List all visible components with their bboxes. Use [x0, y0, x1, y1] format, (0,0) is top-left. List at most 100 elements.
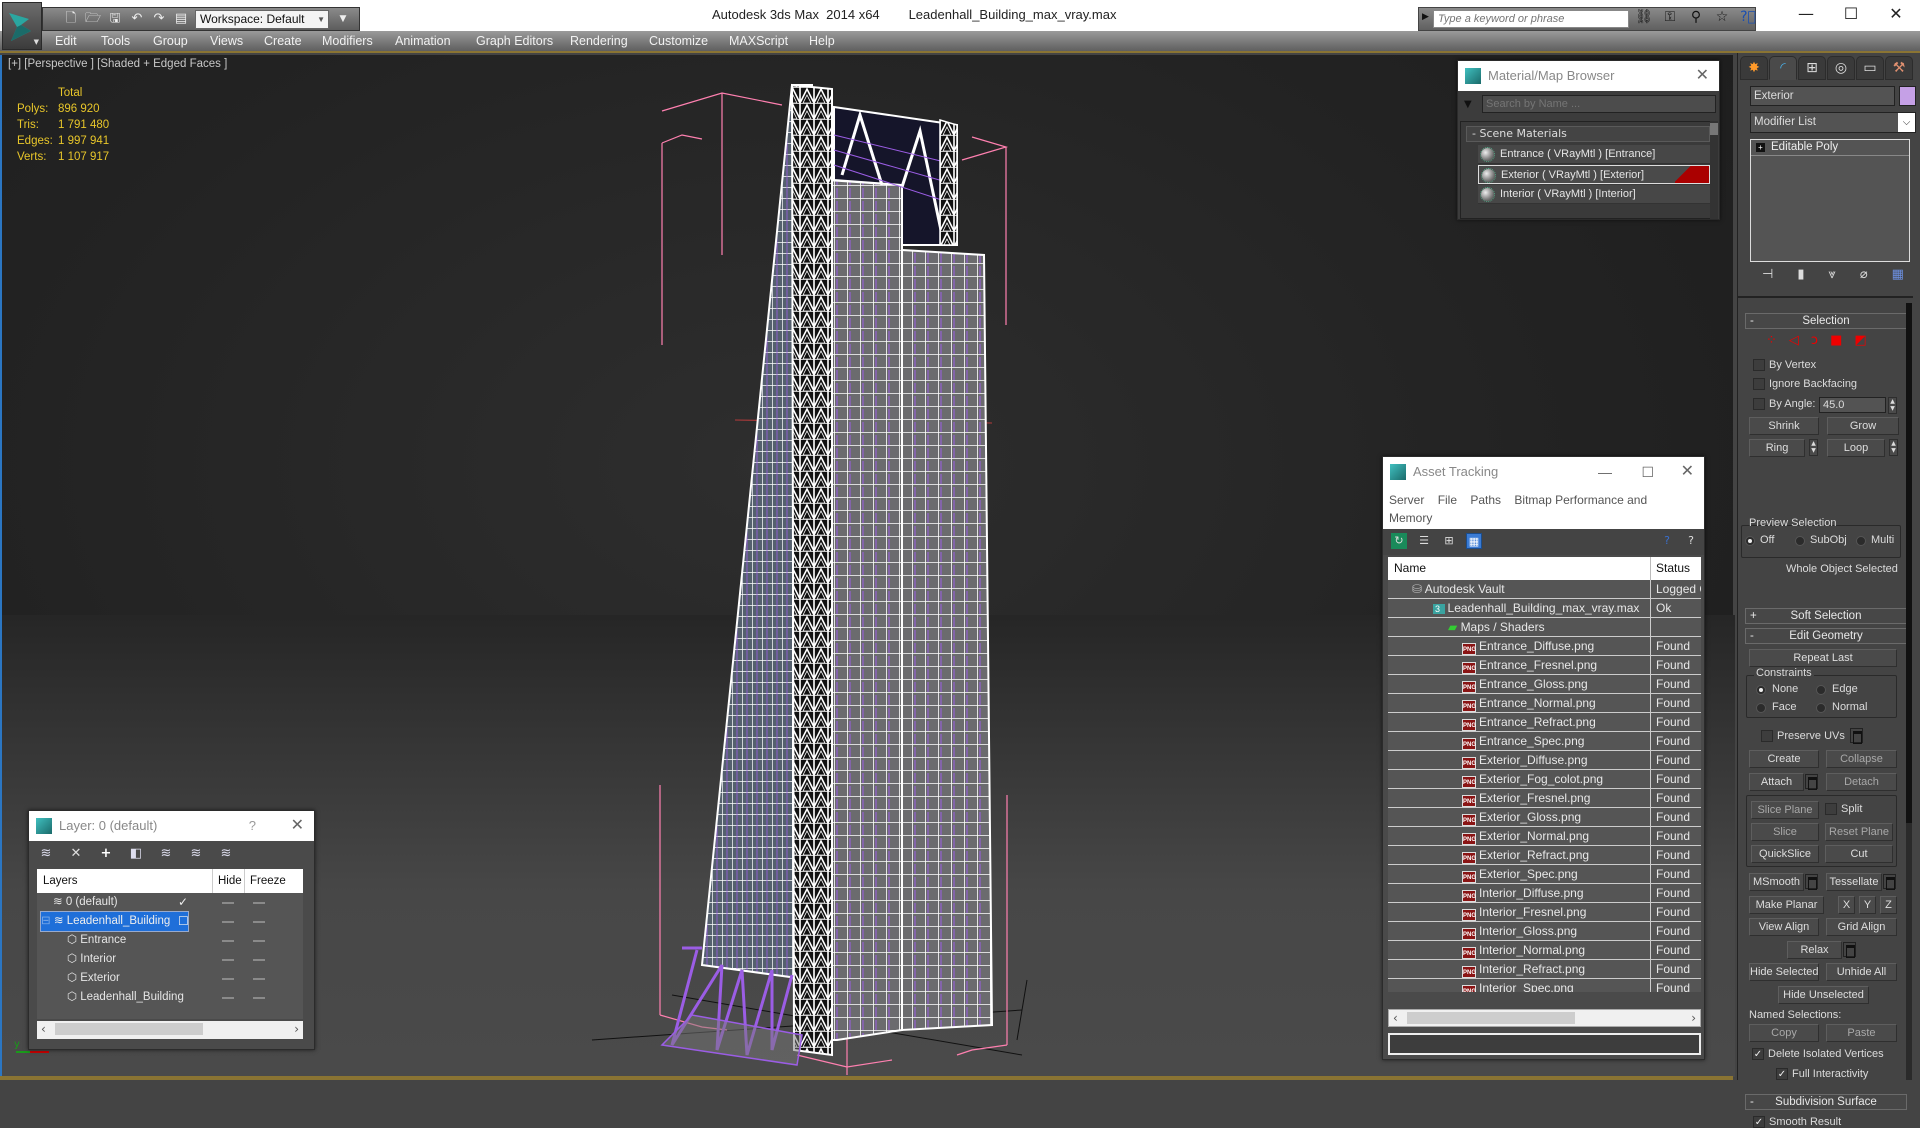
constraint-none-radio[interactable] [1756, 685, 1766, 695]
asset-row[interactable]: PNG Entrance_Refract.png Found [1388, 713, 1701, 732]
asset-row[interactable]: 3 Leadenhall_Building_max_vray.max Ok [1388, 599, 1701, 618]
preview-off-radio[interactable] [1745, 536, 1755, 546]
freeze-toggle[interactable] [253, 921, 265, 923]
menu-file[interactable]: File [1438, 493, 1457, 507]
column-name[interactable]: Name [1394, 557, 1426, 580]
object-color-swatch[interactable] [1899, 86, 1916, 106]
smooth-result-checkbox[interactable]: ✓ [1753, 1116, 1765, 1128]
star-icon[interactable]: ☆ [1713, 9, 1731, 25]
maximize-button[interactable]: ☐ [1836, 4, 1866, 23]
column-freeze[interactable]: Freeze [244, 869, 286, 893]
edge-icon[interactable]: ◁ [1789, 333, 1799, 348]
help-query-alt-icon[interactable]: ? [1683, 533, 1699, 549]
asset-row[interactable]: PNG Entrance_Spec.png Found [1388, 732, 1701, 751]
asset-row[interactable]: PNG Exterior_Gloss.png Found [1388, 808, 1701, 827]
angle-field[interactable] [1819, 397, 1886, 413]
asset-row[interactable]: PNG Interior_Gloss.png Found [1388, 922, 1701, 941]
planar-z-button[interactable]: Z [1880, 896, 1897, 914]
make-unique-icon[interactable]: ⩔ [1828, 267, 1835, 287]
tab-hierarchy[interactable]: ⊞ [1798, 56, 1826, 80]
scroll-right-icon[interactable]: › [1691, 1010, 1696, 1026]
hide-selected-button[interactable]: Hide Selected [1749, 963, 1819, 981]
constraint-normal-radio[interactable] [1816, 703, 1826, 713]
relax-button[interactable]: Relax [1787, 941, 1842, 959]
minimize-button[interactable]: — [1791, 4, 1821, 23]
freeze-toggle[interactable] [253, 959, 265, 961]
rollout-subdivision-header[interactable]: - Subdivision Surface [1745, 1094, 1907, 1110]
freeze-toggle[interactable] [253, 978, 265, 980]
ignore-backfacing-checkbox[interactable] [1753, 378, 1765, 390]
material-item-interior[interactable]: Interior ( VRayMtl ) [Interior] [1478, 185, 1710, 204]
menu-customize[interactable]: Customize [649, 34, 708, 48]
material-list-scrollbar[interactable] [1710, 121, 1718, 219]
scroll-thumb[interactable] [55, 1023, 203, 1035]
asset-row[interactable]: PNG Exterior_Spec.png Found [1388, 865, 1701, 884]
layer-object-row[interactable]: ⬡ Interior [37, 950, 303, 969]
asset-tracking-titlebar[interactable]: Asset Tracking — ☐ ✕ [1383, 457, 1704, 487]
menu-maxscript[interactable]: MAXScript [729, 34, 788, 48]
menu-modifiers[interactable]: Modifiers [322, 34, 373, 48]
view-align-button[interactable]: View Align [1749, 918, 1819, 936]
asset-row[interactable]: ▰ Maps / Shaders [1388, 618, 1701, 637]
loop-button[interactable]: Loop [1827, 439, 1885, 457]
tab-utilities[interactable]: ⚒ [1885, 56, 1913, 80]
set-current-layer-box[interactable]: ☐ [178, 912, 189, 931]
asset-row[interactable]: PNG Interior_Spec.png Found [1388, 979, 1701, 992]
constraint-edge-radio[interactable] [1816, 685, 1826, 695]
app-menu-button[interactable]: ▼ [2, 2, 42, 50]
cut-button[interactable]: Cut [1825, 845, 1893, 863]
close-button[interactable]: ✕ [1881, 4, 1911, 23]
planar-x-button[interactable]: X [1838, 896, 1855, 914]
menu-edit[interactable]: Edit [55, 34, 77, 48]
layer-object-row[interactable]: ⬡ Exterior [37, 969, 303, 988]
configure-modifier-sets-icon[interactable]: ▦ [1892, 267, 1904, 287]
collapse-button[interactable]: Collapse [1826, 750, 1897, 768]
refresh-icon[interactable]: ↻ [1391, 533, 1407, 549]
undo-icon[interactable]: ↶ [129, 11, 145, 27]
ring-spinner[interactable]: ▲ ▼ [1809, 439, 1818, 456]
asset-row[interactable]: ⛁ Autodesk Vault Logged C [1388, 580, 1701, 599]
expand-icon[interactable]: ▶ [1422, 12, 1429, 22]
rollout-soft-selection-header[interactable]: + Soft Selection [1745, 608, 1907, 624]
by-angle-checkbox[interactable] [1753, 398, 1765, 410]
options-menu-icon[interactable]: ▼ [1464, 99, 1472, 110]
full-interactivity-checkbox[interactable]: ✓ [1776, 1068, 1788, 1080]
freeze-toggle[interactable] [253, 940, 265, 942]
layer-object-row[interactable]: ⬡ Leadenhall_Building [37, 988, 303, 1007]
tab-motion[interactable]: ◎ [1827, 56, 1855, 80]
column-hide[interactable]: Hide [212, 869, 242, 893]
menu-tools[interactable]: Tools [101, 34, 130, 48]
split-checkbox[interactable] [1825, 803, 1837, 815]
menu-help[interactable]: Help [809, 34, 835, 48]
shrink-button[interactable]: Shrink [1749, 417, 1819, 435]
layer-row[interactable]: ≋ 0 (default) ✓ [37, 893, 303, 912]
remove-modifier-icon[interactable]: ⌀ [1860, 267, 1868, 287]
help-button[interactable]: ? [249, 811, 256, 841]
asset-row[interactable]: PNG Exterior_Normal.png Found [1388, 827, 1701, 846]
command-panel-scrollbar[interactable] [1906, 303, 1912, 1080]
column-status[interactable]: Status [1650, 557, 1701, 580]
freeze-toggle[interactable] [253, 997, 265, 999]
constraint-face-radio[interactable] [1756, 703, 1766, 713]
asset-horizontal-scrollbar[interactable]: ‹ › [1388, 1009, 1701, 1027]
add-to-layer-icon[interactable]: + [97, 846, 115, 862]
element-icon[interactable]: ◩ [1854, 333, 1866, 348]
satellite-icon[interactable]: ⚲ [1687, 9, 1705, 25]
minimize-icon[interactable]: — [1598, 457, 1612, 487]
preserve-uvs-settings-button[interactable] [1850, 728, 1863, 744]
menu-paths[interactable]: Paths [1470, 493, 1501, 507]
close-icon[interactable]: ✕ [1681, 457, 1694, 487]
delete-layer-icon[interactable]: ✕ [67, 846, 85, 862]
menu-create[interactable]: Create [264, 34, 302, 48]
slice-button[interactable]: Slice [1751, 823, 1819, 841]
menu-graph-editors[interactable]: Graph Editors [476, 34, 553, 48]
quickslice-button[interactable]: QuickSlice [1751, 845, 1819, 863]
material-item-exterior[interactable]: Exterior ( VRayMtl ) [Exterior] [1478, 165, 1710, 184]
list-view-icon[interactable]: ☰ [1416, 533, 1432, 549]
unhide-all-button[interactable]: Unhide All [1826, 963, 1897, 981]
asset-row[interactable]: PNG Exterior_Fresnel.png Found [1388, 789, 1701, 808]
preserve-uvs-checkbox[interactable] [1761, 730, 1773, 742]
collapse-icon[interactable]: ⊟ [41, 915, 54, 927]
scroll-left-icon[interactable]: ‹ [1393, 1010, 1398, 1026]
rollout-selection-header[interactable]: - Selection [1745, 313, 1907, 329]
